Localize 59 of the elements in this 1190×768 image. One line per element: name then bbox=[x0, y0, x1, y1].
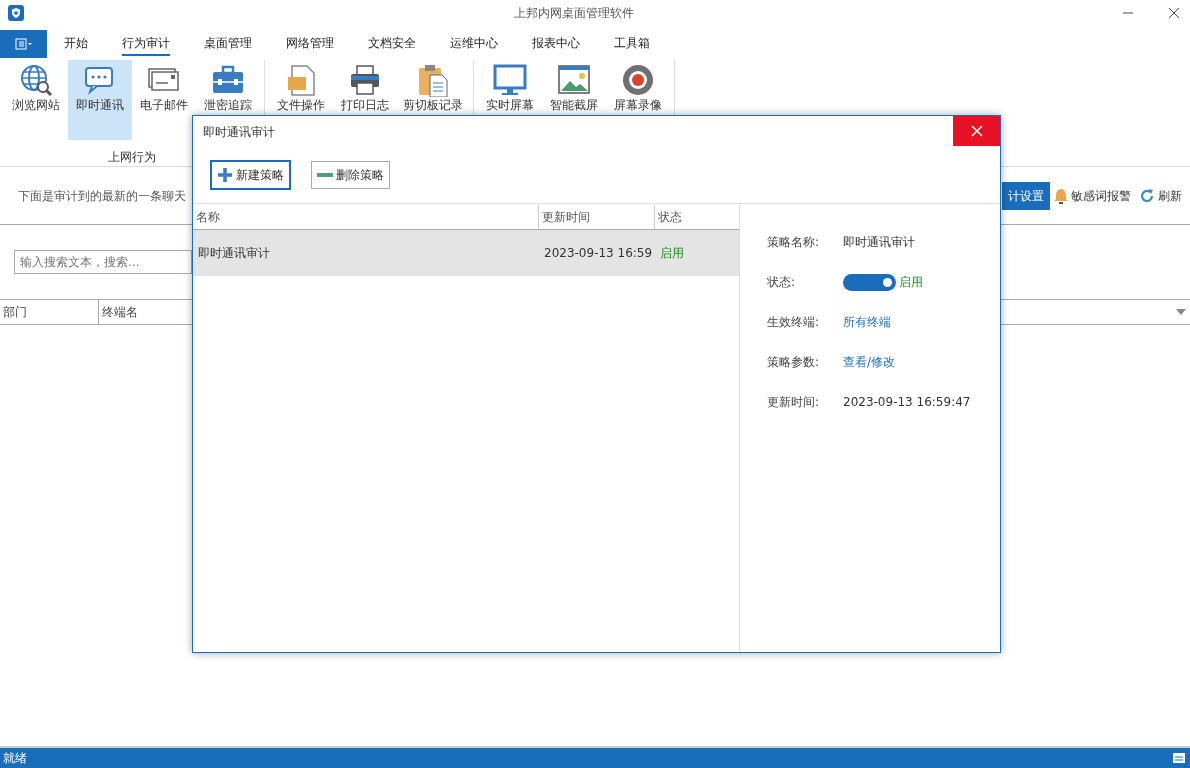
monitor-icon bbox=[493, 63, 527, 97]
minus-icon bbox=[317, 172, 333, 177]
close-icon bbox=[970, 125, 983, 137]
list-icon bbox=[14, 38, 33, 50]
table-cell-text: 2023-09-13 16:59 bbox=[543, 245, 654, 262]
field-value: 即时通讯审计 bbox=[843, 234, 915, 251]
status-text: 启用 bbox=[659, 245, 684, 262]
menu-tab[interactable]: 工具箱 bbox=[614, 32, 650, 56]
menu-tab[interactable]: 文档安全 bbox=[368, 32, 416, 56]
close-icon[interactable] bbox=[1168, 7, 1180, 19]
table-row[interactable]: 即时通讯审计 2023-09-13 16:59 启用 bbox=[193, 230, 739, 276]
app-menu-button[interactable] bbox=[0, 30, 47, 58]
status-text: 就绪 bbox=[3, 750, 27, 767]
keyboard-icon bbox=[1172, 752, 1186, 764]
toggle-switch[interactable] bbox=[843, 273, 896, 291]
delete-policy-button[interactable]: 删除策略 bbox=[311, 160, 390, 189]
ribbon-button[interactable]: 即时通讯 bbox=[68, 60, 132, 140]
menu-tab[interactable]: 行为审计 bbox=[122, 32, 170, 56]
alert-button[interactable]: 敏感词报警 bbox=[1050, 186, 1135, 205]
bell-icon bbox=[1054, 187, 1068, 204]
status-text: 启用 bbox=[899, 274, 923, 291]
window-title: 上邦内网桌面管理软件 bbox=[512, 5, 635, 22]
dropdown-icon[interactable] bbox=[1175, 308, 1187, 316]
refresh-button[interactable]: 刷新 bbox=[1135, 186, 1186, 205]
menu-tab[interactable]: 网络管理 bbox=[286, 32, 334, 56]
group-label: 上网行为 bbox=[107, 149, 157, 166]
dialog-title: 即时通讯审计 bbox=[203, 124, 275, 141]
column-header[interactable]: 部门 bbox=[0, 300, 99, 324]
link[interactable]: 查看/修改 bbox=[843, 353, 896, 371]
link[interactable]: 所有终端 bbox=[843, 313, 891, 331]
column-header[interactable]: 状态 bbox=[655, 204, 739, 229]
settings-button[interactable]: 计设置 bbox=[1002, 181, 1050, 210]
table-cell-text: 即时通讯审计 bbox=[197, 245, 271, 262]
image-icon bbox=[557, 63, 591, 97]
column-header[interactable]: 更新时间 bbox=[539, 204, 655, 229]
menu-tab[interactable]: 运维中心 bbox=[450, 32, 498, 56]
field-label: 策略参数: bbox=[767, 354, 821, 371]
field-label: 状态: bbox=[767, 274, 797, 291]
new-policy-button[interactable]: 新建策略 bbox=[210, 159, 291, 190]
field-label: 策略名称: bbox=[767, 234, 821, 251]
plus-icon bbox=[217, 166, 233, 183]
menu-tab[interactable]: 桌面管理 bbox=[204, 32, 252, 56]
menu-tab[interactable]: 开始 bbox=[64, 32, 88, 56]
field-label: 生效终端: bbox=[767, 314, 821, 331]
refresh-icon bbox=[1139, 187, 1155, 204]
search-field[interactable]: 输入搜索文本，搜索... bbox=[14, 250, 192, 274]
ribbon-button[interactable]: 浏览网站 bbox=[4, 60, 68, 140]
globe-search-icon bbox=[19, 63, 53, 97]
record-icon bbox=[621, 63, 655, 97]
field-label: 更新时间: bbox=[767, 394, 821, 411]
field-value: 2023-09-13 16:59:47 bbox=[843, 394, 971, 411]
info-text: 下面是审计到的最新的一条聊天 bbox=[18, 187, 186, 205]
printer-icon bbox=[348, 63, 382, 97]
close-button[interactable] bbox=[953, 116, 1000, 146]
shield-icon bbox=[7, 4, 25, 22]
column-header[interactable]: 名称 bbox=[193, 204, 539, 229]
clipboard-icon bbox=[416, 63, 450, 97]
menu-tab[interactable]: 报表中心 bbox=[532, 32, 580, 56]
ribbon-button[interactable]: 实时屏幕 bbox=[478, 60, 542, 140]
